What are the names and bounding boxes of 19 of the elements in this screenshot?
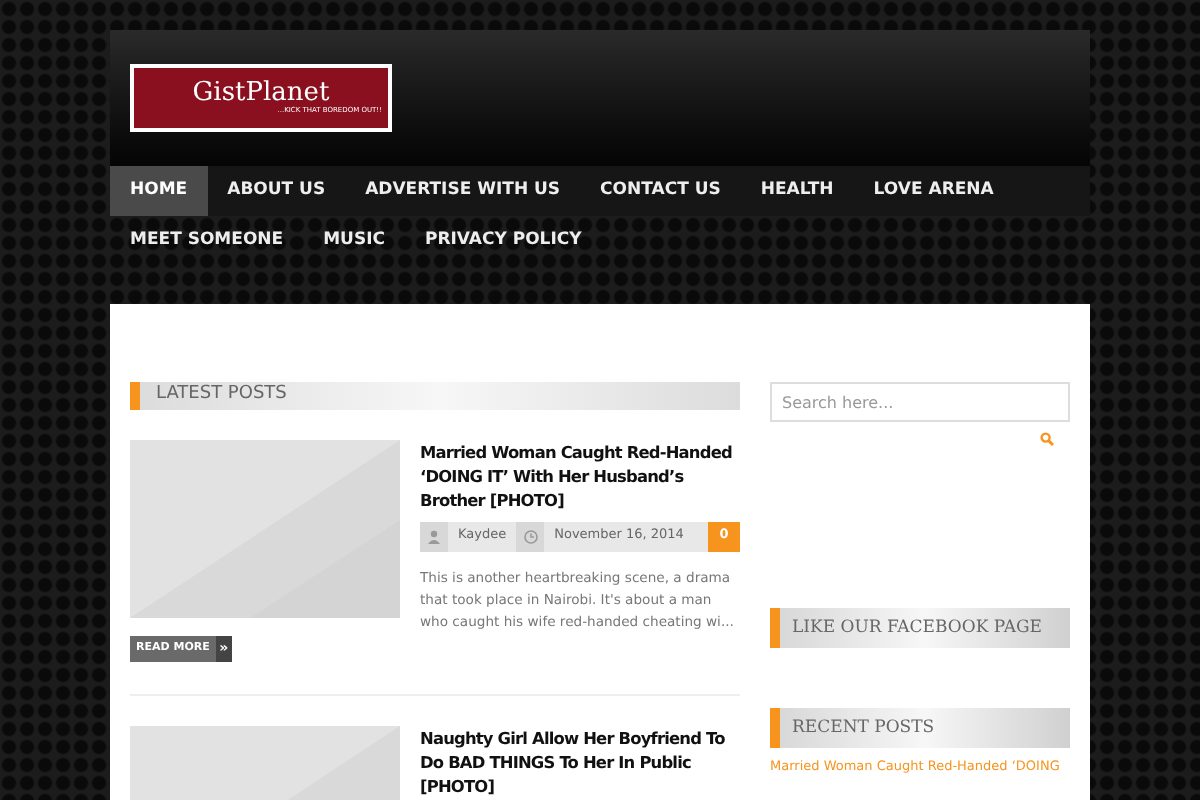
widget-title: LIKE OUR FACEBOOK PAGE	[790, 615, 1042, 641]
search-icon[interactable]	[1040, 432, 1054, 446]
post-title[interactable]: Married Woman Caught Red-Handed ‘DOING IT’ With Her Husband’s Brother [PHOTO]	[420, 439, 740, 511]
logo-text: GistPlanet	[192, 80, 330, 107]
person-icon	[428, 529, 440, 543]
nav-link[interactable]: ABOUT US	[207, 166, 346, 216]
search-field[interactable]: Search here...	[770, 382, 1070, 422]
clock-icon	[523, 529, 538, 543]
nav-link[interactable]: LOVE ARENA	[853, 166, 1014, 216]
nav-link[interactable]: MUSIC	[303, 216, 405, 266]
widget-title: RECENT POSTS	[790, 715, 935, 741]
nav-link[interactable]: CONTACT US	[580, 166, 741, 216]
nav-link[interactable]: ADVERTISE WITH US	[345, 166, 581, 216]
nav-link[interactable]: MEET SOMEONE	[110, 216, 304, 266]
nav-link[interactable]: HEALTH	[740, 166, 854, 216]
section-title: LATEST POSTS	[154, 382, 287, 408]
nav-link[interactable]: HOME	[110, 166, 208, 216]
post-title[interactable]: Naughty Girl Allow Her Boyfriend To Do BAD THINGS To Her In Public [PHOTO]	[420, 725, 740, 797]
nav-link[interactable]: PRIVACY POLICY	[404, 216, 602, 266]
